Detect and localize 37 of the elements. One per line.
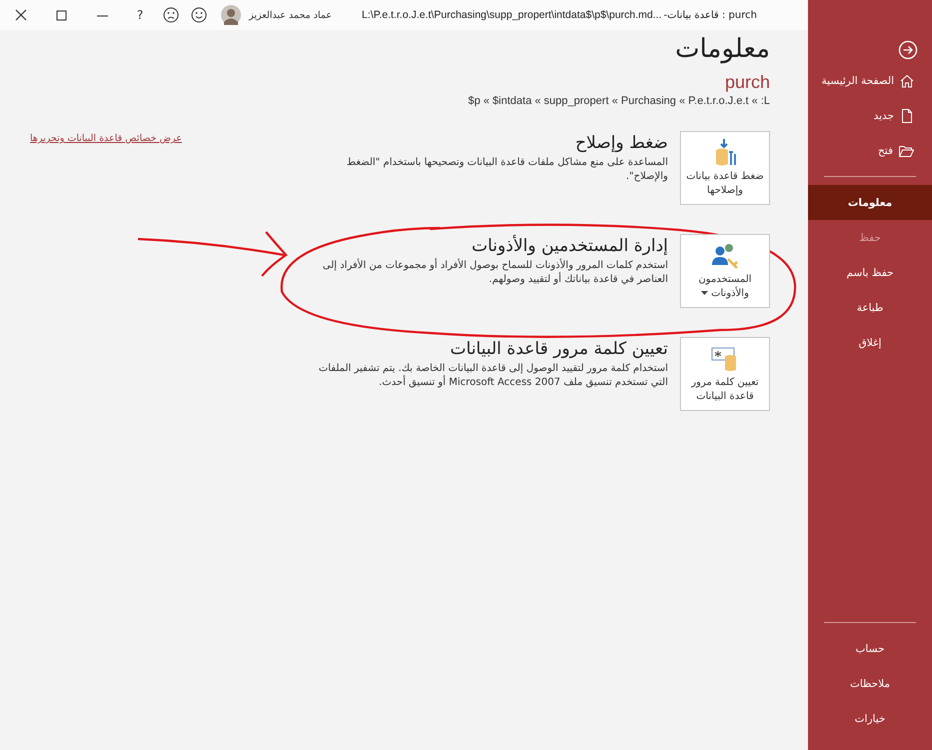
- sidebar-item[interactable]: الصفحة الرئيسية: [808, 63, 932, 98]
- user-avatar-icon: [221, 5, 241, 25]
- sidebar-item[interactable]: حساب: [808, 631, 932, 666]
- sidebar-item[interactable]: جديد: [808, 98, 932, 133]
- section-title: إدارة المستخدمين والأذونات: [470, 236, 668, 256]
- folder-icon: [899, 144, 914, 158]
- home-icon: [900, 74, 914, 88]
- help-button[interactable]: ?: [123, 0, 157, 30]
- file-path: $p « $intdata « supp_propert « Purchasing « P.e.t.r.o.J.e.t « :L: [468, 95, 770, 107]
- section-description: استخدم كلمات المرور والأذونات للسماح بوصول الأفراد أو مجموعات من الأفراد إلى العناصر في قاعدة بياناتك أو لتقييد وصولهم.: [322, 259, 668, 287]
- document-icon: [900, 108, 914, 122]
- user-name: عماد محمد عبدالعزيز: [249, 10, 332, 20]
- window-title: purch : قاعدة بيانات-: [664, 10, 757, 20]
- users-permissions-button[interactable]: المستخدمون والأذونات: [680, 234, 770, 308]
- section-description: المساعدة على منع مشاكل ملفات قاعدة البيانات وتصحيحها باستخدام "الضغط والإصلاح".: [346, 156, 668, 184]
- section-description: استخدام كلمة مرور لتقييد الوصول إلى قاعدة البيانات الخاصة بك. يتم تشفير الملفات التي تستخدم تنسيق ملف Microsoft Access 2007 أو تنسيق أحدث.: [318, 362, 668, 390]
- file-name: purch: [724, 72, 770, 93]
- set-password-button[interactable]: تعيين كلمة مرور قاعدة البيانات: [680, 337, 770, 411]
- close-icon: [14, 9, 26, 21]
- sidebar-item[interactable]: معلومات: [808, 185, 932, 220]
- compact-repair-button[interactable]: ضغط قاعدة بيانات وإصلاحها: [680, 131, 770, 205]
- sidebar-item[interactable]: فتح: [808, 133, 932, 168]
- sidebar-item[interactable]: إغلاق: [808, 325, 932, 360]
- sidebar-item[interactable]: ملاحظات: [808, 666, 932, 701]
- sidebar-item[interactable]: خيارات: [808, 701, 932, 736]
- maximize-icon: [56, 10, 67, 20]
- section-title: تعيين كلمة مرور قاعدة البيانات: [449, 339, 668, 359]
- sidebar-item[interactable]: حفظ باسم: [808, 255, 932, 290]
- frown-face-icon: [163, 7, 179, 23]
- page-heading: معلومات: [675, 34, 770, 64]
- database-properties-link[interactable]: عرض خصائص قاعدة البيانات وتحريرها: [30, 133, 182, 144]
- window-title-path: L:\P.e.t.r.o.J.e.t\Purchasing\supp_propert\intdata$\p$\purch.md...: [362, 9, 662, 21]
- section-title: ضغط وإصلاح: [574, 133, 668, 153]
- users-key-icon: [710, 241, 740, 271]
- caret-icon: [701, 290, 708, 296]
- smile-face-icon: [191, 7, 207, 23]
- sidebar-item[interactable]: طباعة: [808, 290, 932, 325]
